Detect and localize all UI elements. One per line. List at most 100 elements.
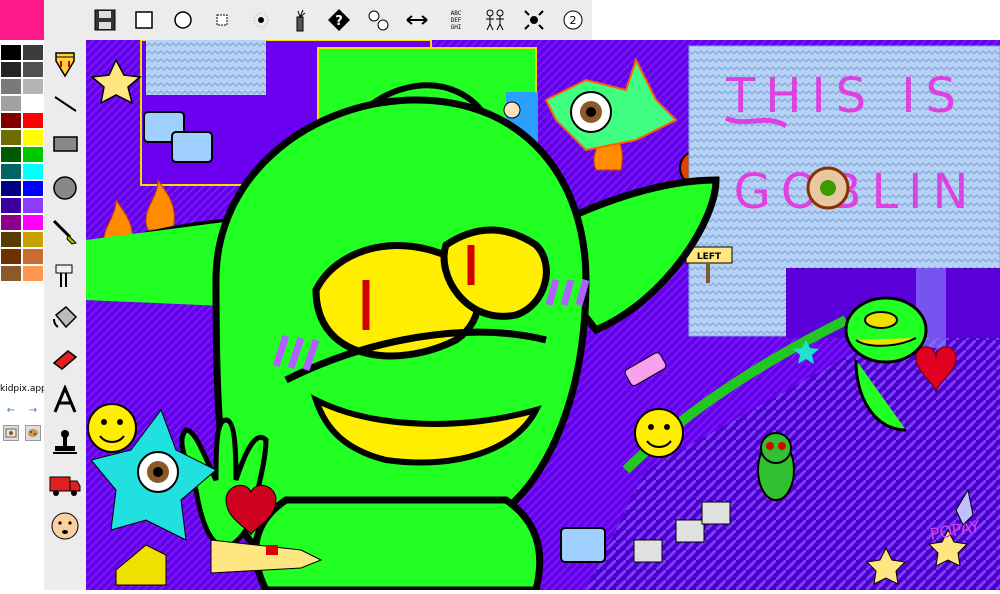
color-swatch[interactable] bbox=[0, 44, 22, 61]
paintbrush-icon bbox=[52, 219, 77, 245]
round-brush-icon bbox=[174, 11, 193, 29]
color-swatch[interactable] bbox=[22, 78, 44, 95]
number-2-icon: 2 bbox=[563, 10, 583, 30]
smiley-stamp bbox=[87, 403, 137, 453]
save-icon bbox=[94, 9, 116, 31]
color-swatch[interactable] bbox=[0, 248, 22, 265]
people-icon bbox=[485, 9, 504, 31]
eraser-tool[interactable] bbox=[44, 338, 86, 378]
color-swatch[interactable] bbox=[22, 112, 44, 129]
svg-text:?: ? bbox=[335, 14, 343, 29]
letter-a-icon bbox=[53, 385, 77, 413]
firecracker-option[interactable] bbox=[281, 0, 320, 40]
color-swatch[interactable] bbox=[22, 163, 44, 180]
rectangle-tool[interactable] bbox=[44, 124, 86, 164]
color-swatch[interactable] bbox=[0, 129, 22, 146]
color-swatch[interactable] bbox=[22, 180, 44, 197]
cookie-icon[interactable] bbox=[25, 425, 41, 441]
square-brush-option[interactable] bbox=[125, 0, 164, 40]
color-swatches bbox=[0, 44, 44, 282]
color-swatch[interactable] bbox=[0, 180, 22, 197]
color-swatch[interactable] bbox=[0, 214, 22, 231]
bubbles-icon bbox=[368, 10, 389, 31]
moving-van-tool[interactable] bbox=[44, 464, 86, 504]
tool-column bbox=[44, 0, 86, 590]
color-swatch[interactable] bbox=[0, 197, 22, 214]
truck-icon bbox=[49, 476, 81, 496]
arrows-icon bbox=[406, 15, 428, 25]
color-swatch[interactable] bbox=[22, 95, 44, 112]
dot-brush-option[interactable] bbox=[242, 0, 281, 40]
color-swatch[interactable] bbox=[0, 146, 22, 163]
square-brush-icon bbox=[135, 11, 154, 29]
current-color-swatch bbox=[0, 0, 44, 40]
svg-text:2: 2 bbox=[569, 14, 576, 27]
forward-arrow-icon[interactable]: → bbox=[29, 405, 37, 416]
text-tool[interactable] bbox=[44, 380, 86, 420]
svg-text:DEF: DEF bbox=[450, 17, 461, 24]
color-swatch[interactable] bbox=[0, 61, 22, 78]
mixer-tool[interactable] bbox=[44, 256, 86, 296]
number-two-option[interactable]: 2 bbox=[553, 0, 592, 40]
history-nav: ← → bbox=[0, 402, 44, 418]
extra-buttons bbox=[0, 422, 44, 444]
sign-line-2: GOBLIN bbox=[734, 164, 979, 220]
alphabet-option[interactable]: ABC DEF GHI bbox=[436, 0, 475, 40]
alphabet-icon: ABCDEFGHI bbox=[450, 10, 461, 31]
color-swatch[interactable] bbox=[0, 78, 22, 95]
color-swatch[interactable] bbox=[22, 146, 44, 163]
color-swatch[interactable] bbox=[0, 265, 22, 282]
back-arrow-icon[interactable]: ← bbox=[7, 405, 15, 416]
face-icon bbox=[51, 512, 79, 540]
drawing-canvas[interactable]: THIS IS GOBLIN LEFT POPAY bbox=[85, 39, 1000, 594]
color-swatch[interactable] bbox=[22, 231, 44, 248]
svg-text:ABC: ABC bbox=[450, 10, 461, 17]
explode-option[interactable] bbox=[514, 0, 553, 40]
bottom-telephone bbox=[560, 527, 606, 563]
color-swatch[interactable] bbox=[22, 197, 44, 214]
mystery-icon: ? bbox=[327, 9, 350, 31]
line-icon bbox=[54, 96, 77, 112]
color-swatch[interactable] bbox=[22, 248, 44, 265]
site-label[interactable]: kidpix.app bbox=[0, 384, 47, 394]
smiley-stamp-2 bbox=[634, 408, 684, 458]
color-swatch[interactable] bbox=[0, 112, 22, 129]
color-swatch[interactable] bbox=[22, 44, 44, 61]
stamp-tool[interactable] bbox=[44, 422, 86, 462]
gremlin-stamp bbox=[757, 432, 795, 501]
oval-icon bbox=[53, 176, 77, 200]
bucket-icon bbox=[53, 305, 78, 329]
color-swatch[interactable] bbox=[0, 163, 22, 180]
pencil-tool[interactable] bbox=[44, 44, 86, 84]
color-swatch[interactable] bbox=[0, 95, 22, 112]
picture-icon[interactable] bbox=[3, 425, 19, 441]
undo-guy-tool[interactable] bbox=[44, 506, 86, 546]
color-swatch[interactable] bbox=[22, 61, 44, 78]
small-square-brush-option[interactable] bbox=[203, 0, 242, 40]
line-tool[interactable] bbox=[44, 84, 86, 124]
rectangle-icon bbox=[53, 136, 78, 152]
pencil-icon bbox=[55, 52, 75, 78]
dot-brush-icon bbox=[253, 12, 269, 28]
oval-tool[interactable] bbox=[44, 168, 86, 208]
color-swatch[interactable] bbox=[22, 214, 44, 231]
mystery-option[interactable]: ? bbox=[320, 0, 359, 40]
people-option[interactable] bbox=[475, 0, 514, 40]
paint-bucket-tool[interactable] bbox=[44, 298, 86, 338]
eraser-icon bbox=[52, 350, 78, 370]
explode-icon bbox=[523, 10, 544, 30]
mixer-icon bbox=[55, 264, 73, 287]
bubbles-option[interactable] bbox=[358, 0, 397, 40]
save-button[interactable] bbox=[86, 0, 125, 40]
color-swatch[interactable] bbox=[0, 231, 22, 248]
left-sign-label: LEFT bbox=[697, 252, 722, 262]
paint-brush-tool[interactable] bbox=[44, 212, 86, 252]
small-square-brush-icon bbox=[216, 14, 228, 26]
round-brush-option[interactable] bbox=[164, 0, 203, 40]
color-swatch[interactable] bbox=[22, 265, 44, 282]
color-swatch[interactable] bbox=[22, 129, 44, 146]
top-toolbar: ? ABC DEF GHI 2 bbox=[86, 0, 592, 40]
sign-line-1: THIS IS bbox=[725, 68, 966, 124]
stamp-icon bbox=[53, 430, 77, 454]
arrows-option[interactable] bbox=[397, 0, 436, 40]
